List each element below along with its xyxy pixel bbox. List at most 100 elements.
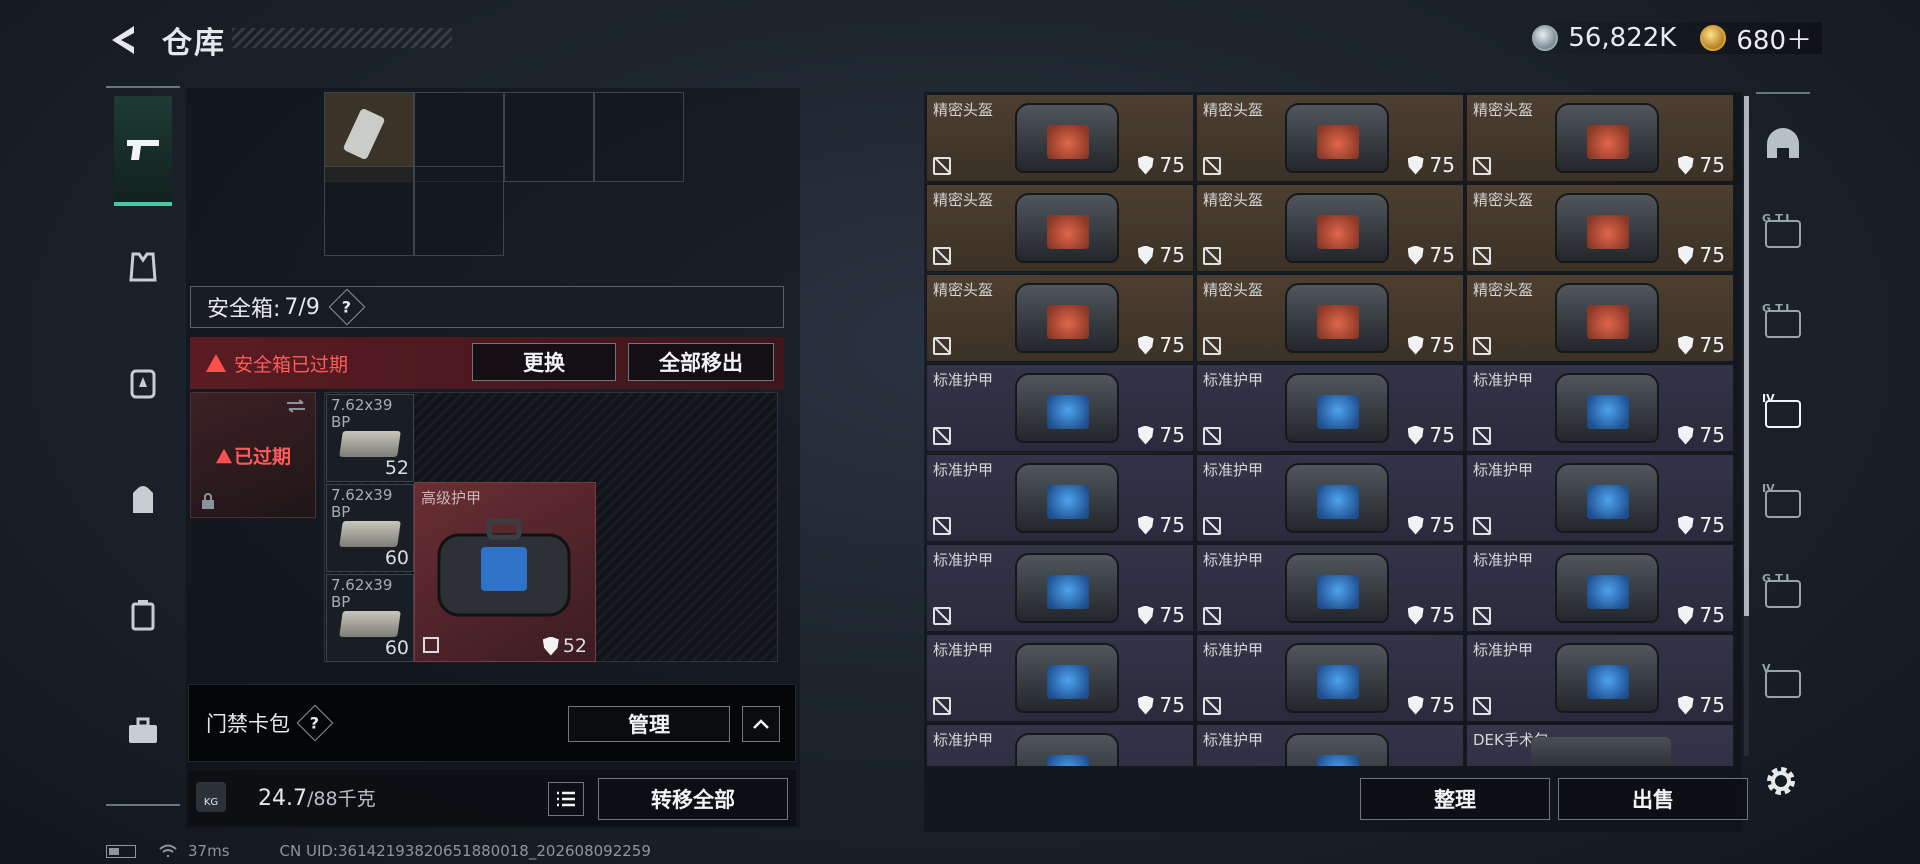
item-durability: 75 — [1407, 153, 1455, 177]
category-weapons[interactable] — [114, 96, 172, 206]
remove-all-button[interactable]: 全部移出 — [628, 343, 774, 381]
sell-button[interactable]: 出售 — [1558, 778, 1748, 820]
filter-gti-1[interactable]: G.T.I — [1756, 204, 1810, 264]
category-backpack[interactable] — [114, 444, 172, 554]
storage-item[interactable]: 标准护甲 75 — [1466, 544, 1734, 632]
storage-item[interactable]: 精密头盔 75 — [1466, 94, 1734, 182]
storage-item[interactable]: 标准护甲 75 — [1196, 544, 1464, 632]
no-insure-icon — [1203, 157, 1221, 175]
no-insure-icon — [1203, 247, 1221, 265]
sort-button[interactable]: 整理 — [1360, 778, 1550, 820]
shield-icon — [1137, 605, 1154, 625]
gear-icon[interactable] — [1762, 762, 1800, 800]
category-container[interactable] — [114, 560, 172, 670]
armor-item-icon — [1285, 733, 1389, 766]
category-vest[interactable] — [114, 212, 172, 322]
shield-icon — [1137, 515, 1154, 535]
storage-item[interactable]: 标准护甲 75 — [1466, 454, 1734, 542]
storage-item[interactable]: 标准护甲 — [926, 724, 1194, 766]
back-arrow-icon[interactable] — [104, 20, 144, 60]
item-name: 精密头盔 — [1203, 191, 1264, 209]
collapse-button[interactable] — [742, 706, 780, 742]
item-durability: 75 — [1407, 423, 1455, 447]
storage-item[interactable]: 标准护甲 75 — [926, 634, 1194, 722]
grid-slot[interactable] — [504, 92, 594, 182]
scrollbar-thumb[interactable] — [1744, 96, 1749, 616]
no-insure-icon — [1203, 427, 1221, 445]
grid-slot[interactable] — [324, 166, 414, 256]
grid-slot[interactable] — [594, 92, 684, 182]
no-insure-icon — [1473, 427, 1491, 445]
item-name: 标准护甲 — [933, 551, 994, 569]
storage-item[interactable]: 标准护甲 75 — [926, 454, 1194, 542]
pistol-icon — [127, 140, 159, 160]
no-insure-icon — [1473, 157, 1491, 175]
armor-name: 高级护甲 — [421, 489, 482, 507]
storage-item[interactable]: 精密头盔 75 — [1466, 274, 1734, 362]
grid-slot[interactable] — [414, 166, 504, 256]
item-name: 精密头盔 — [933, 191, 994, 209]
gold-amount[interactable]: 680＋ — [1736, 20, 1812, 57]
ammo-item[interactable]: 7.62x39 BP 60 — [326, 574, 414, 662]
storage-item[interactable]: 精密头盔 75 — [1196, 274, 1464, 362]
filter-iv-1[interactable]: IV — [1756, 384, 1810, 444]
storage-item[interactable]: 精密头盔 75 — [926, 274, 1194, 362]
helmet-item-icon — [1015, 283, 1119, 353]
storage-item[interactable]: 标准护甲 75 — [1196, 364, 1464, 452]
armor-item-icon — [1555, 373, 1659, 443]
storage-item[interactable]: 标准护甲 75 — [1466, 634, 1734, 722]
storage-item[interactable]: 标准护甲 75 — [1466, 364, 1734, 452]
silver-amount: 56,822K — [1568, 23, 1677, 53]
item-name: 精密头盔 — [933, 281, 994, 299]
helmet-item-icon — [1015, 193, 1119, 263]
item-name: 精密头盔 — [1473, 101, 1534, 119]
shield-icon — [1677, 245, 1694, 265]
filter-gti-3[interactable]: G.T.I — [1756, 564, 1810, 624]
no-insure-icon — [1473, 607, 1491, 625]
item-name: 精密头盔 — [1473, 191, 1534, 209]
transfer-all-button[interactable]: 转移全部 — [598, 778, 788, 820]
filter-iv-2[interactable]: IV — [1756, 474, 1810, 534]
shield-icon — [1407, 605, 1424, 625]
category-toolbox[interactable] — [114, 676, 172, 786]
item-name: 精密头盔 — [1473, 281, 1534, 299]
item-durability: 75 — [1677, 153, 1725, 177]
case-expired-label: 已过期 — [214, 442, 291, 469]
list-view-button[interactable] — [548, 782, 584, 816]
storage-item[interactable]: 标准护甲 75 — [1196, 634, 1464, 722]
storage-item[interactable]: 精密头盔 75 — [926, 184, 1194, 272]
ammo-item[interactable]: 7.62x39 BP 52 — [326, 394, 414, 482]
filter-helmet[interactable] — [1756, 114, 1810, 174]
manage-button[interactable]: 管理 — [568, 706, 730, 742]
shield-icon — [542, 636, 559, 656]
storage-item[interactable]: 精密头盔 75 — [1196, 94, 1464, 182]
help-icon[interactable]: ? — [296, 704, 334, 742]
storage-item[interactable]: 标准护甲 75 — [1196, 454, 1464, 542]
ammo-item[interactable]: 7.62x39 BP 60 — [326, 484, 414, 572]
item-durability: 75 — [1137, 423, 1185, 447]
storage-item[interactable]: 标准护甲 75 — [926, 364, 1194, 452]
storage-item[interactable]: DEK手术包 — [1466, 724, 1734, 766]
storage-item[interactable]: 精密头盔 75 — [1196, 184, 1464, 272]
swap-icon — [287, 399, 305, 413]
armor-item-icon — [1015, 643, 1119, 713]
no-insure-icon — [933, 697, 951, 715]
filter-gti-2[interactable]: G.T.I — [1756, 294, 1810, 354]
storage-item[interactable]: 精密头盔 75 — [1466, 184, 1734, 272]
help-icon[interactable]: ? — [328, 288, 366, 326]
lock-icon — [202, 493, 214, 509]
storage-item[interactable]: 精密头盔 75 — [926, 94, 1194, 182]
item-durability: 75 — [1677, 333, 1725, 357]
shield-icon — [1677, 695, 1694, 715]
backpack-icon — [133, 486, 153, 513]
item-durability: 75 — [1677, 693, 1725, 717]
storage-item[interactable]: 标准护甲 75 — [926, 544, 1194, 632]
armor-item[interactable]: 高级护甲 52 — [414, 482, 596, 662]
category-armor[interactable] — [114, 328, 172, 438]
safebox-label: 安全箱: — [207, 297, 281, 322]
safebox-header: 安全箱: 7/9 ? — [190, 286, 784, 328]
replace-button[interactable]: 更换 — [472, 343, 616, 381]
filter-v[interactable]: V — [1756, 654, 1810, 714]
storage-item[interactable]: 标准护甲 — [1196, 724, 1464, 766]
no-insure-icon — [1473, 247, 1491, 265]
